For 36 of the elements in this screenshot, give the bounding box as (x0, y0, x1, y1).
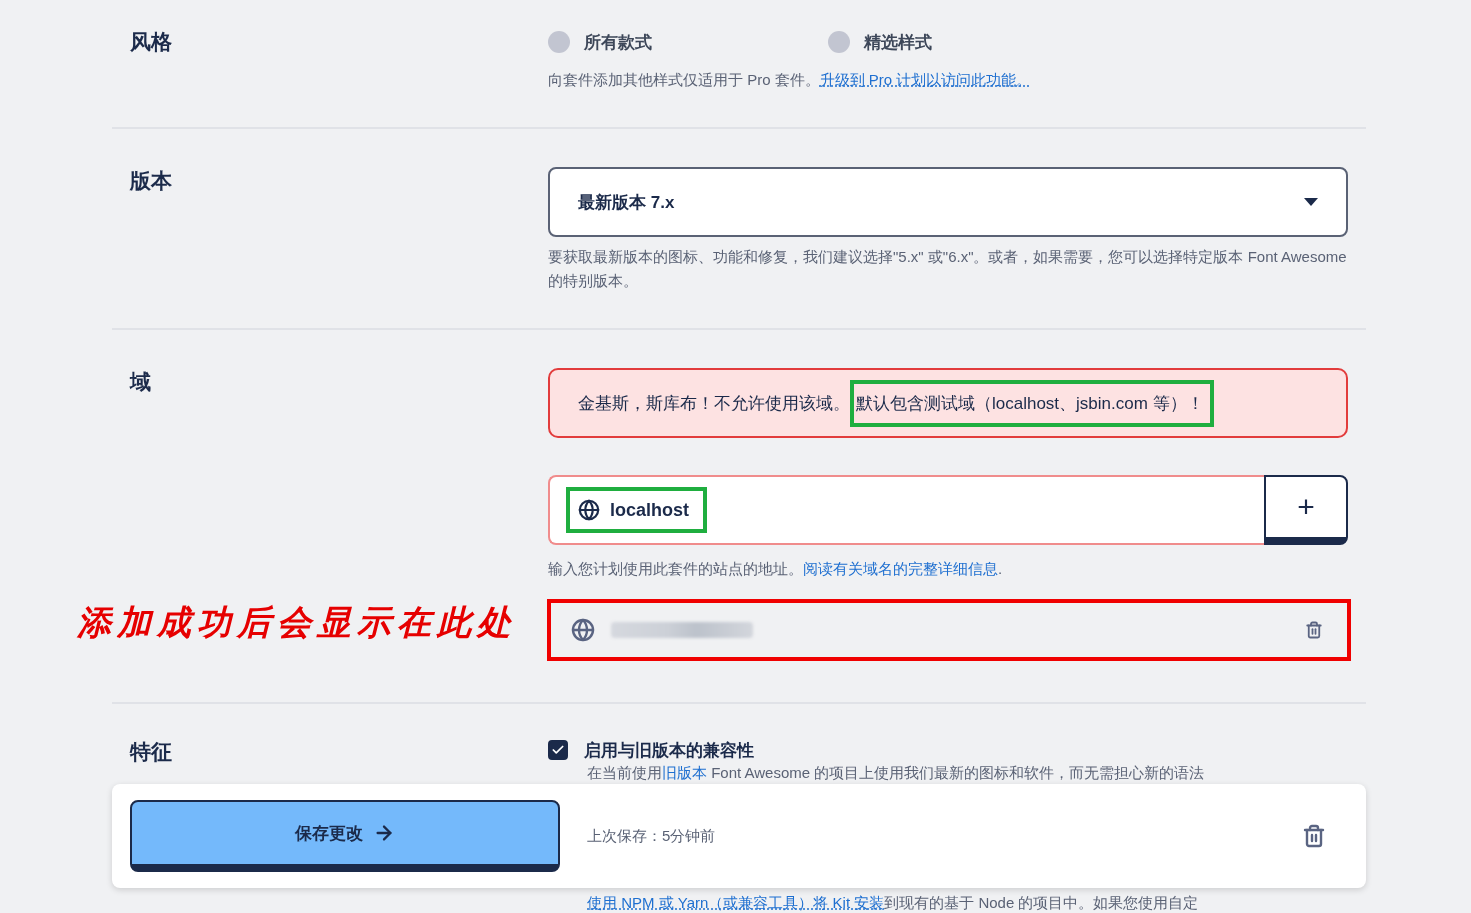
checkbox[interactable] (548, 740, 568, 760)
help-text: 要获取最新版本的图标、功能和修复，我们建议选择"5.x" 或"6.x"。或者，如果需要，您可以选择特定版本 Font Awesome 的特别版本。 (548, 247, 1348, 291)
check-icon (551, 743, 565, 757)
globe-icon (571, 618, 595, 642)
radio-option[interactable]: 所有款式 (548, 30, 828, 54)
globe-icon (578, 499, 600, 521)
section-label: 特征 (130, 739, 172, 765)
option-description: 在当前使用旧版本 Font Awesome 的项目上使用我们最新的图标和软件，而无需担心新的语法 (586, 764, 1206, 782)
section-label: 域 (130, 369, 151, 395)
caret-icon (1304, 198, 1318, 206)
save-button[interactable]: 保存更改 (130, 800, 560, 872)
option-description: 使用 NPM 或 Yarn（或兼容工具）将 Kit 安装到现有的基于 Node 的项目中。如果您使用自定 (586, 894, 1200, 912)
radio-button[interactable] (548, 31, 570, 53)
radio-label: 精选样式 (864, 31, 932, 54)
help-text: 向套件添加其他样式仅适用于 Pro 套件。升级到 Pro 计划以访问此功能。 (548, 70, 1033, 90)
checkbox-label: 启用与旧版本的兼容性 (584, 739, 754, 762)
annotation-text: 添加成功后会显示在此处 (77, 603, 517, 643)
last-saved-text: 上次保存：5分钟前 (587, 826, 717, 846)
old-version-link[interactable]: 旧版本 (662, 764, 707, 781)
upgrade-link[interactable]: 升级到 Pro 计划以访问此功能。 (819, 71, 1032, 88)
delete-icon[interactable] (1302, 824, 1326, 848)
version-select[interactable]: 最新版本 7.x (548, 167, 1348, 237)
input-value: localhost (610, 499, 689, 521)
section-label: 版本 (130, 168, 172, 194)
domain-input[interactable]: localhost (548, 475, 1264, 545)
alert-message: 金基斯，斯库布！不允许使用该域。 (578, 392, 850, 415)
help-text: 输入您计划使用此套件的站点的地址。阅读有关域名的完整详细信息. (548, 559, 1004, 579)
section-label: 风格 (130, 29, 172, 55)
domain-docs-link[interactable]: 阅读有关域名的完整详细信息 (803, 560, 998, 577)
radio-option[interactable]: 精选样式 (828, 30, 1108, 54)
install-link[interactable]: 使用 NPM 或 Yarn（或兼容工具）将 Kit 安装 (587, 894, 885, 911)
radio-label: 所有款式 (584, 31, 652, 54)
delete-icon[interactable] (1305, 621, 1323, 639)
add-button[interactable]: + (1264, 475, 1348, 545)
alert-note: 默认包含测试域（localhost、jsbin.com 等）！ (856, 392, 1204, 415)
radio-button[interactable] (828, 31, 850, 53)
